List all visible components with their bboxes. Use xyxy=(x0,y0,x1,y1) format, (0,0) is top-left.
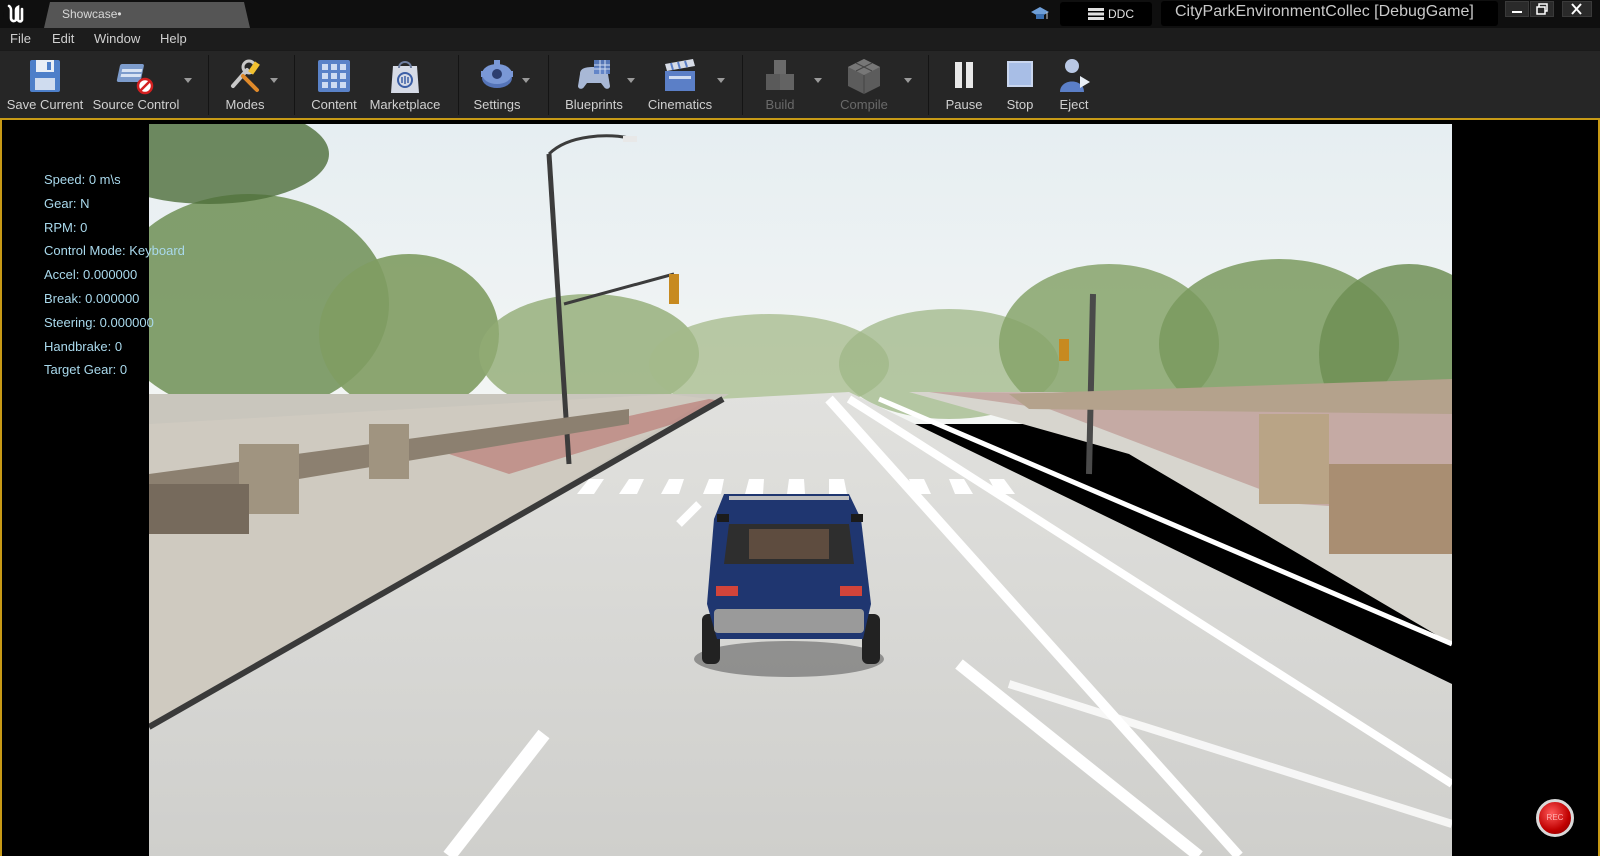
toolbar-separator xyxy=(458,55,459,115)
stop-button[interactable]: Stop xyxy=(996,54,1044,116)
document-tab-label: Showcase• xyxy=(62,7,122,21)
content-browser-icon xyxy=(318,60,350,92)
toolbar-separator xyxy=(548,55,549,115)
blueprints-button[interactable]: Blueprints xyxy=(560,54,628,116)
settings-button[interactable]: Settings xyxy=(468,54,526,116)
ddc-label: DDC xyxy=(1108,7,1134,21)
menu-edit[interactable]: Edit xyxy=(52,31,74,46)
build-blocks-icon xyxy=(766,60,794,90)
source-control-button[interactable]: Source Control xyxy=(88,54,184,116)
toolbar-separator xyxy=(928,55,929,115)
blueprints-gamepad-icon xyxy=(578,60,610,89)
minimize-button[interactable] xyxy=(1505,1,1529,17)
content-button[interactable]: Content xyxy=(306,54,362,116)
menu-window[interactable]: Window xyxy=(94,31,140,46)
modes-tools-icon xyxy=(231,59,260,92)
modes-dropdown-arrow[interactable] xyxy=(270,78,278,83)
document-tab[interactable]: Showcase• xyxy=(44,2,250,28)
hud-speed: Speed: 0 m\s xyxy=(44,172,121,187)
pause-label: Pause xyxy=(945,97,983,112)
hud-steering: Steering: 0.000000 xyxy=(44,314,154,330)
content-label: Content xyxy=(311,97,357,112)
player-car xyxy=(694,494,884,677)
source-control-label: Source Control xyxy=(92,97,180,112)
settings-dropdown-arrow[interactable] xyxy=(522,78,530,83)
gear-icon xyxy=(481,60,513,88)
clapperboard-icon xyxy=(665,59,695,91)
unreal-logo-icon[interactable] xyxy=(2,1,28,27)
close-icon xyxy=(1571,3,1582,15)
record-button[interactable]: REC xyxy=(1536,799,1574,837)
main-toolbar: Save Current Source Control Modes Conten… xyxy=(0,50,1600,118)
record-label: REC xyxy=(1546,813,1564,822)
restore-icon xyxy=(1536,3,1548,15)
marketplace-label: Marketplace xyxy=(369,97,441,112)
floppy-disk-icon xyxy=(30,60,60,92)
vehicle-hud: Speed: 0 m\s Gear: N RPM: 0 Control Mode… xyxy=(44,168,185,382)
marketplace-button[interactable]: Marketplace xyxy=(366,54,444,116)
marketplace-bag-icon xyxy=(391,61,419,93)
compile-dropdown-arrow[interactable] xyxy=(904,78,912,83)
menu-bar: File Edit Window Help xyxy=(0,28,1600,50)
hud-target-gear: Target Gear: 0 xyxy=(44,362,128,378)
save-current-button[interactable]: Save Current xyxy=(4,54,86,116)
modes-button[interactable]: Modes xyxy=(214,54,276,116)
pause-icon xyxy=(955,62,973,88)
stop-icon xyxy=(1007,61,1033,87)
build-dropdown-arrow[interactable] xyxy=(814,78,822,83)
modes-label: Modes xyxy=(225,97,265,112)
blueprints-dropdown-arrow[interactable] xyxy=(627,78,635,83)
game-scene-view[interactable] xyxy=(149,124,1452,856)
server-icon xyxy=(1088,8,1104,20)
eject-label: Eject xyxy=(1059,97,1089,112)
settings-label: Settings xyxy=(473,97,521,112)
source-control-icon xyxy=(116,64,154,95)
save-current-label: Save Current xyxy=(6,97,84,112)
cinematics-dropdown-arrow[interactable] xyxy=(717,78,725,83)
pause-button[interactable]: Pause xyxy=(940,54,988,116)
compile-button[interactable]: Compile xyxy=(834,54,894,116)
toolbar-separator xyxy=(742,55,743,115)
source-control-dropdown-arrow[interactable] xyxy=(184,78,192,83)
toolbar-separator xyxy=(208,55,209,115)
graduation-cap-icon[interactable] xyxy=(1030,5,1050,23)
eject-person-icon xyxy=(1060,59,1090,92)
ddc-status[interactable]: DDC xyxy=(1060,2,1152,26)
menu-file[interactable]: File xyxy=(10,31,31,46)
blueprints-label: Blueprints xyxy=(565,97,623,112)
project-title: CityParkEnvironmentCollec [DebugGame] xyxy=(1175,3,1474,20)
project-name-box: CityParkEnvironmentCollec [DebugGame] xyxy=(1161,1,1498,26)
menu-help[interactable]: Help xyxy=(160,31,187,46)
cinematics-button[interactable]: Cinematics xyxy=(644,54,716,116)
build-label: Build xyxy=(765,97,795,112)
close-button[interactable] xyxy=(1562,1,1592,17)
cinematics-label: Cinematics xyxy=(647,97,713,112)
toolbar-separator xyxy=(294,55,295,115)
stop-label: Stop xyxy=(1006,97,1034,112)
hud-accel: Accel: 0.000000 xyxy=(44,267,138,283)
compile-label: Compile xyxy=(840,97,888,112)
build-button[interactable]: Build xyxy=(754,54,806,116)
title-bar: Showcase• DDC CityParkEnvironmentCollec … xyxy=(0,0,1600,28)
hud-break: Break: 0.000000 xyxy=(44,290,140,306)
eject-button[interactable]: Eject xyxy=(1050,54,1098,116)
hud-gear: Gear: N xyxy=(44,195,90,211)
restore-button[interactable] xyxy=(1530,1,1554,17)
compile-cube-icon xyxy=(848,59,880,94)
hud-control-mode: Control Mode: Keyboard xyxy=(44,243,185,259)
hud-handbrake: Handbrake: 0 xyxy=(44,338,123,354)
minimize-icon xyxy=(1512,11,1522,13)
hud-rpm: RPM: 0 xyxy=(44,219,88,235)
